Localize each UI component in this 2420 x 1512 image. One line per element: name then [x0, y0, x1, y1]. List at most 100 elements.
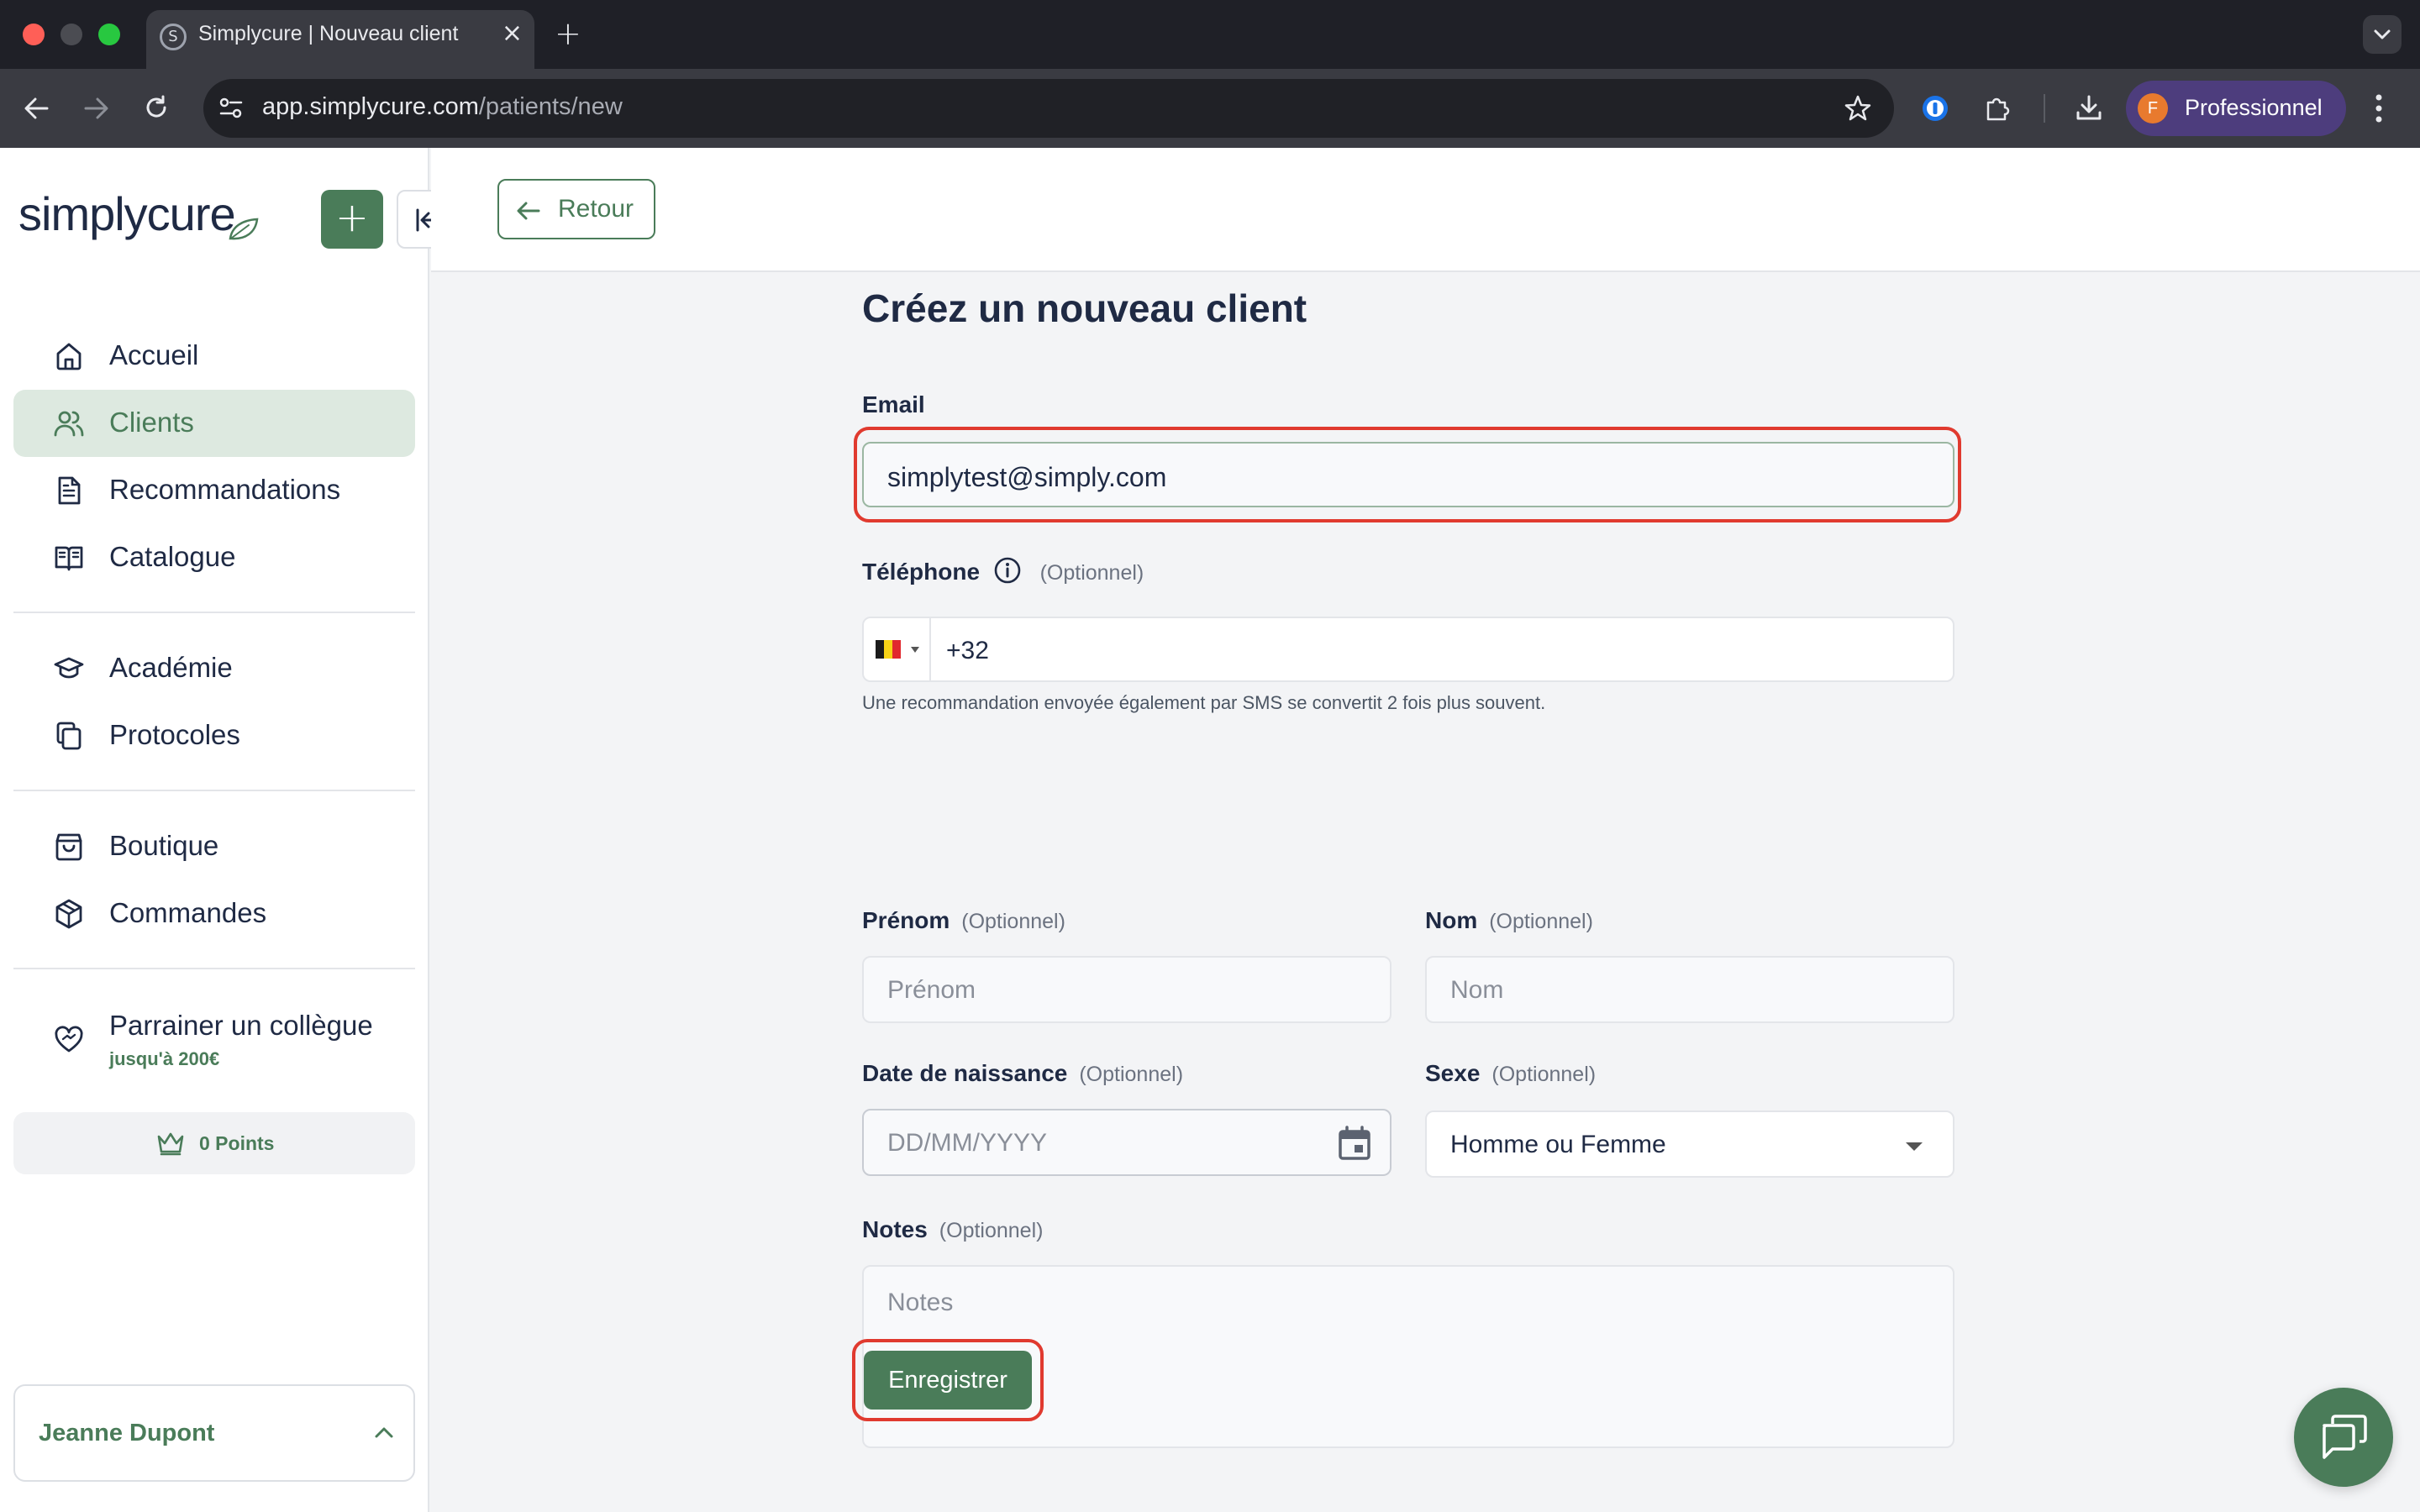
leaf-icon — [229, 218, 259, 240]
back-arrow-icon[interactable] — [24, 96, 50, 121]
profile-label: Professionnel — [2185, 95, 2323, 120]
phone-optional: (Optionnel) — [1039, 561, 1144, 585]
browser-tab-bar: S Simplycure | Nouveau client × + — [0, 0, 2420, 69]
document-icon — [58, 476, 81, 505]
sex-label: Sexe (Optionnel) — [1425, 1060, 1596, 1087]
phone-value: +32 — [946, 637, 989, 664]
users-icon — [54, 411, 84, 437]
nav-item-boutique[interactable]: Boutique — [13, 813, 415, 880]
nav-label: Académie — [109, 652, 233, 683]
lastname-label-text: Nom — [1425, 907, 1478, 933]
points-badge[interactable]: 0 Points — [13, 1112, 415, 1174]
firstname-field[interactable]: Prénom — [862, 956, 1392, 1023]
home-icon — [56, 343, 82, 370]
dropdown-caret-icon — [1906, 1142, 1923, 1151]
add-button[interactable]: + — [321, 190, 383, 249]
phone-label: Téléphone (Optionnel) — [862, 556, 1144, 585]
chevron-down-icon — [2374, 29, 2391, 39]
book-icon — [55, 546, 83, 571]
nav-item-clients[interactable]: Clients — [13, 390, 415, 457]
tab-close-icon[interactable]: × — [502, 18, 523, 48]
birthdate-field[interactable]: DD/MM/YYYY — [862, 1109, 1392, 1176]
country-dropdown-icon[interactable] — [911, 647, 919, 653]
tab-title: Simplycure | Nouveau client — [198, 22, 459, 45]
sex-label-text: Sexe — [1425, 1060, 1481, 1086]
dob-optional: (Optionnel) — [1079, 1063, 1184, 1086]
nav-item-accueil[interactable]: Accueil — [13, 323, 415, 390]
email-field[interactable]: simplytest@simply.com — [862, 442, 1954, 507]
calendar-icon[interactable] — [1338, 1126, 1371, 1161]
nav-label: Catalogue — [109, 541, 236, 572]
dob-label: Date de naissance (Optionnel) — [862, 1060, 1183, 1087]
chat-icon — [2323, 1415, 2367, 1459]
tab-search-button[interactable] — [2363, 15, 2402, 54]
firstname-label-text: Prénom — [862, 907, 950, 933]
email-value: simplytest@simply.com — [887, 462, 1167, 492]
sex-select[interactable]: Homme ou Femme — [1425, 1110, 1954, 1178]
graduation-cap-icon — [54, 657, 84, 679]
nav-item-recommandations[interactable]: Recommandations — [13, 457, 415, 524]
page-title: Créez un nouveau client — [862, 286, 1307, 330]
site-settings-icon[interactable] — [218, 96, 244, 121]
notes-optional: (Optionnel) — [939, 1219, 1044, 1242]
lastname-label: Nom (Optionnel) — [1425, 907, 1593, 934]
window-maximize-button[interactable] — [98, 24, 120, 45]
phone-divider — [929, 618, 931, 680]
referral-link[interactable]: Parrainer un collègue jusqu'à 200€ — [13, 996, 415, 1080]
nav-label: Protocoles — [109, 719, 240, 750]
url-host: app.simplycure.com — [262, 93, 479, 120]
app-root: simplycure + Accueil Clients Recommandat… — [0, 148, 2420, 1512]
nav-label: Commandes — [109, 897, 267, 928]
nav-label: Clients — [109, 407, 194, 438]
phone-field[interactable]: +32 — [862, 617, 1954, 682]
notes-placeholder: Notes — [887, 1289, 954, 1316]
more-menu-icon[interactable] — [2375, 94, 2383, 123]
dob-placeholder: DD/MM/YYYY — [887, 1129, 1048, 1157]
save-button[interactable]: Enregistrer — [864, 1351, 1032, 1410]
firstname-optional: (Optionnel) — [961, 910, 1065, 933]
referral-reward: jusqu'à 200€ — [109, 1048, 220, 1069]
email-label: Email — [862, 391, 925, 418]
lastname-field[interactable]: Nom — [1425, 956, 1954, 1023]
window-close-button[interactable] — [23, 24, 45, 45]
user-menu[interactable]: Jeanne Dupont — [13, 1384, 415, 1482]
new-tab-button[interactable]: + — [555, 15, 581, 52]
browser-tab[interactable]: S Simplycure | Nouveau client × — [146, 10, 534, 69]
referral-label: Parrainer un collègue — [109, 1010, 373, 1041]
info-icon[interactable] — [993, 556, 1022, 585]
nav-item-academie[interactable]: Académie — [13, 635, 415, 702]
phone-hint: Une recommandation envoyée également par… — [862, 692, 1546, 713]
nav-label: Accueil — [109, 339, 199, 370]
lastname-placeholder: Nom — [1450, 976, 1504, 1004]
toolbar-divider — [2044, 94, 2045, 123]
nav-item-protocoles[interactable]: Protocoles — [13, 702, 415, 769]
sex-selected-value: Homme ou Femme — [1450, 1131, 1666, 1158]
nav-item-commandes[interactable]: Commandes — [13, 880, 415, 948]
nav-label: Recommandations — [109, 474, 341, 505]
belgium-flag-icon[interactable] — [876, 640, 901, 659]
sidebar-divider — [13, 612, 415, 613]
extensions-puzzle-icon[interactable] — [1983, 94, 2012, 123]
password-manager-icon[interactable] — [1921, 94, 1949, 123]
reload-icon[interactable] — [143, 94, 170, 121]
nav-item-catalogue[interactable]: Catalogue — [13, 524, 415, 591]
package-icon — [55, 899, 82, 929]
address-bar[interactable]: app.simplycure.com/patients/new — [203, 79, 1894, 138]
sidebar: simplycure + Accueil Clients Recommandat… — [0, 148, 457, 1512]
back-button[interactable]: Retour — [497, 179, 655, 239]
points-label: 0 Points — [199, 1132, 275, 1154]
download-icon[interactable] — [2074, 92, 2104, 123]
bookmark-star-icon[interactable] — [1844, 94, 1872, 123]
simplycure-logo[interactable]: simplycure — [18, 186, 236, 241]
notes-label-text: Notes — [862, 1216, 928, 1242]
chevron-up-icon — [375, 1427, 393, 1438]
sidebar-divider — [13, 968, 415, 969]
chat-support-button[interactable] — [2294, 1388, 2393, 1487]
shopping-bag-icon — [55, 833, 82, 861]
dob-label-text: Date de naissance — [862, 1060, 1068, 1086]
profile-button[interactable]: F Professionnel — [2126, 81, 2346, 136]
window-minimize-button[interactable] — [60, 24, 82, 45]
forward-arrow-icon[interactable] — [82, 96, 109, 121]
sidebar-divider — [13, 790, 415, 791]
browser-toolbar: app.simplycure.com/patients/new F Profes… — [0, 69, 2420, 148]
